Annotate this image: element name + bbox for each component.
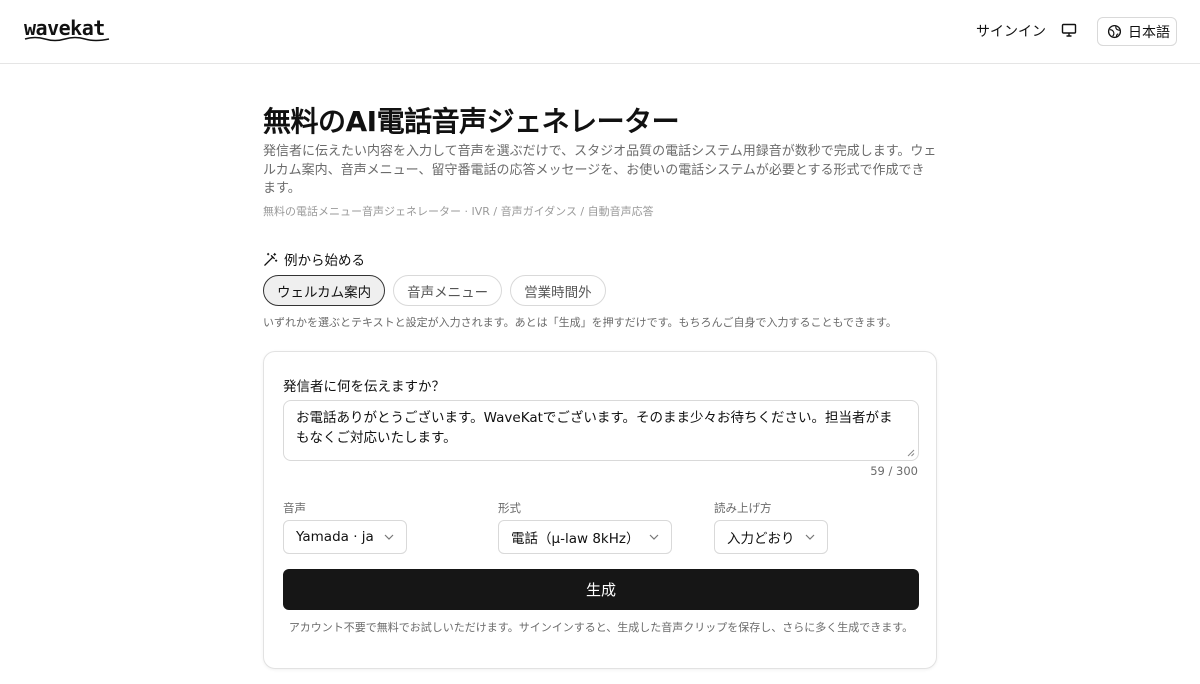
message-label: 発信者に何を伝えますか？ xyxy=(283,379,445,395)
example-chip-welcome[interactable]: ウェルカム案内 xyxy=(263,275,386,306)
language-label: 日本語 xyxy=(1128,23,1170,40)
voice-label: 音声 xyxy=(283,501,306,515)
example-chip-voice-menu[interactable]: 音声メニュー xyxy=(393,275,503,306)
page-description: 発信者に伝えたい内容を入力して音声を選ぶだけで、スタジオ品質の電話システム用録音… xyxy=(263,144,937,196)
reading-value: 入力どおり xyxy=(727,531,795,547)
character-counter: 59 / 300 xyxy=(870,464,918,478)
examples-heading: 例から始める xyxy=(263,249,365,269)
example-chips: ウェルカム案内 音声メニュー 営業時間外 xyxy=(263,275,606,306)
generator-card: 発信者に何を伝えますか？ お電話ありがとうございます。WaveKatでございます… xyxy=(263,351,937,669)
magic-wand-icon xyxy=(264,252,278,266)
wavekat-logo[interactable]: wavekat xyxy=(24,16,114,42)
language-selector[interactable]: 日本語 xyxy=(1097,17,1177,46)
message-textarea[interactable]: お電話ありがとうございます。WaveKatでございます。そのまま少々お待ちくださ… xyxy=(283,400,919,461)
globe-icon xyxy=(1107,24,1122,39)
message-text: お電話ありがとうございます。WaveKatでございます。そのまま少々お待ちくださ… xyxy=(296,410,893,446)
signin-button[interactable]: サインイン xyxy=(976,21,1046,41)
examples-hint: いずれかを選ぶとテキストと設定が入力されます。あとは「生成」を押すだけです。もち… xyxy=(263,316,897,329)
display-mode-button[interactable] xyxy=(1058,20,1080,42)
top-header: wavekat サインイン 日本語 xyxy=(0,0,1200,64)
generate-footnote: アカウント不要で無料でお試しいただけます。サインインすると、生成した音声クリップ… xyxy=(288,621,914,634)
examples-label: 例から始める xyxy=(284,253,365,269)
generate-button[interactable]: 生成 xyxy=(283,569,919,610)
reading-select[interactable]: 入力どおり xyxy=(714,520,828,554)
format-label: 形式 xyxy=(498,501,521,515)
page-title: 無料のAI電話音声ジェネレーター xyxy=(263,105,680,138)
page-subdescription: 無料の電話メニュー音声ジェネレーター · IVR / 音声ガイダンス / 自動音… xyxy=(263,205,654,218)
monitor-icon xyxy=(1061,23,1077,37)
resize-handle-icon[interactable] xyxy=(907,449,915,457)
logo-wave-underline xyxy=(24,36,110,42)
chevron-down-icon xyxy=(805,534,814,540)
voice-value: Yamada · ja xyxy=(296,529,374,545)
format-value: 電話（μ-law 8kHz） xyxy=(511,531,640,547)
voice-select[interactable]: Yamada · ja xyxy=(283,520,407,554)
reading-label: 読み上げ方 xyxy=(714,501,772,515)
chevron-down-icon xyxy=(650,534,659,540)
chevron-down-icon xyxy=(384,534,394,540)
format-select[interactable]: 電話（μ-law 8kHz） xyxy=(498,520,673,554)
example-chip-after-hours[interactable]: 営業時間外 xyxy=(510,275,606,306)
